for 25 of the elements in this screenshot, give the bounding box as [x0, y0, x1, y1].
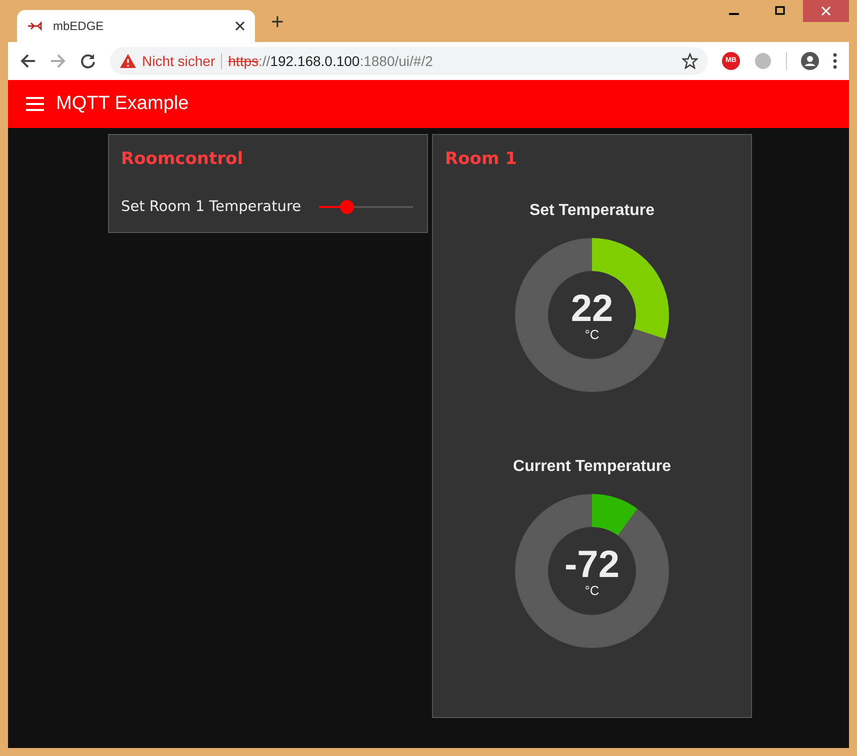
close-icon[interactable]: [235, 21, 245, 31]
account-icon[interactable]: [801, 52, 819, 70]
url-text: https://192.168.0.100:1880/ui/#/2: [228, 52, 434, 71]
gauge-value: -72: [564, 546, 620, 584]
warning-icon: [120, 54, 136, 68]
star-icon[interactable]: [682, 53, 698, 69]
new-tab-button[interactable]: +: [271, 5, 284, 38]
app-title: MQTT Example: [56, 92, 189, 116]
gauge-unit: °C: [584, 584, 600, 597]
menu-icon[interactable]: [833, 53, 837, 69]
tab-title: mbEDGE: [53, 18, 105, 35]
gauge-value: 22: [570, 290, 614, 328]
gauge-unit: °C: [584, 328, 600, 341]
panel-title: Roomcontrol: [121, 148, 244, 171]
reload-icon[interactable]: [80, 53, 96, 69]
usb-icon: [27, 21, 43, 31]
address-bar[interactable]: Nicht sicher https://192.168.0.100:1880/ui/#/2: [110, 47, 708, 75]
gauge-title: Set Temperature: [529, 200, 655, 220]
browser-tab[interactable]: mbEDGE: [17, 10, 255, 42]
slider-thumb[interactable]: [340, 200, 354, 214]
gauge-title: Current Temperature: [513, 456, 671, 476]
slider-label: Set Room 1 Temperature: [121, 198, 302, 216]
panel-title: Room 1: [445, 148, 518, 171]
security-label: Nicht sicher: [142, 52, 216, 70]
back-icon[interactable]: [20, 53, 36, 69]
